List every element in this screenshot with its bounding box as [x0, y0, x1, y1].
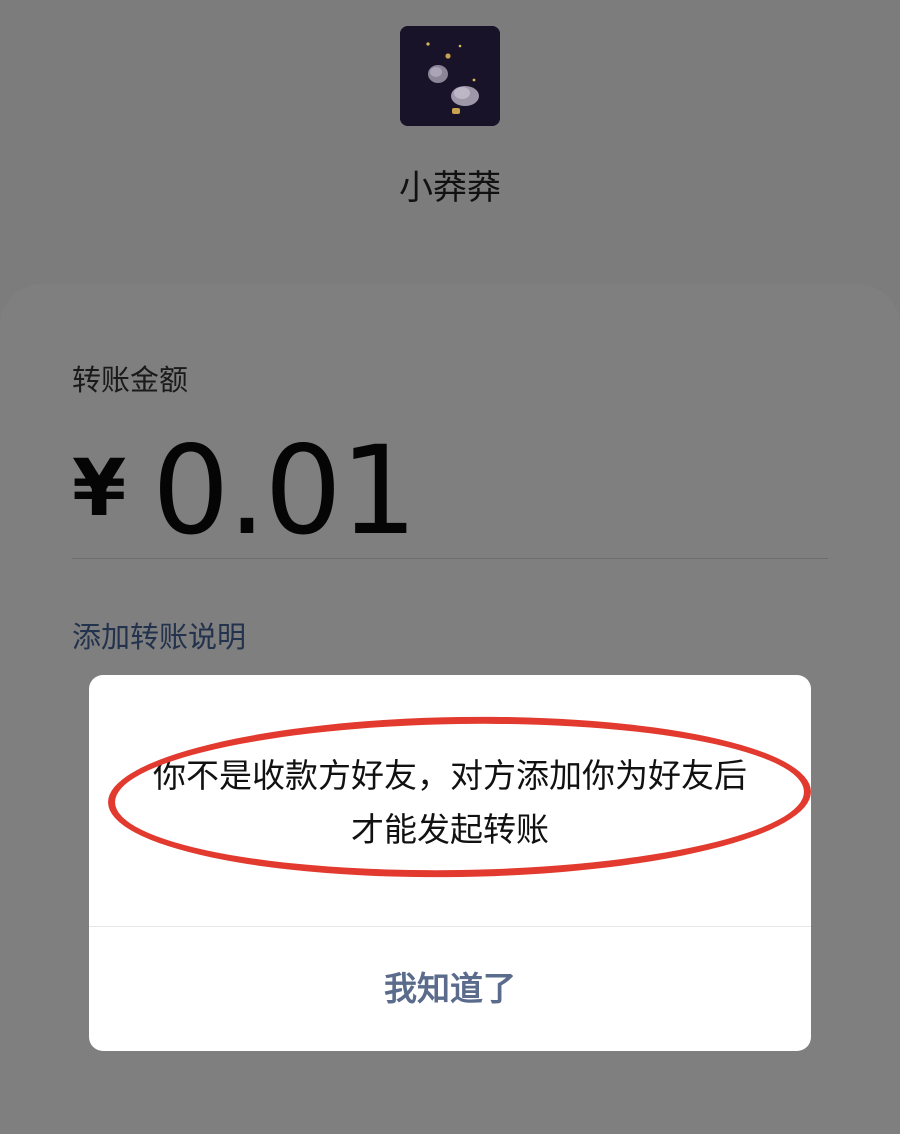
payee-name: 小莽莽 — [399, 168, 501, 208]
ok-button[interactable]: 我知道了 — [89, 927, 811, 1051]
alert-dialog: 你不是收款方好友，对方添加你为好友后才能发起转账 我知道了 — [89, 675, 811, 1051]
amount-divider — [72, 558, 828, 559]
payee-avatar — [400, 26, 500, 126]
dialog-message: 你不是收款方好友，对方添加你为好友后才能发起转账 — [153, 756, 747, 849]
amount-label: 转账金额 — [72, 363, 189, 397]
avatar-image — [400, 26, 500, 126]
amount-value: 0.01 — [152, 420, 418, 562]
currency-symbol: ¥ — [72, 444, 127, 534]
add-transfer-remark-link[interactable]: 添加转账说明 — [72, 615, 246, 659]
